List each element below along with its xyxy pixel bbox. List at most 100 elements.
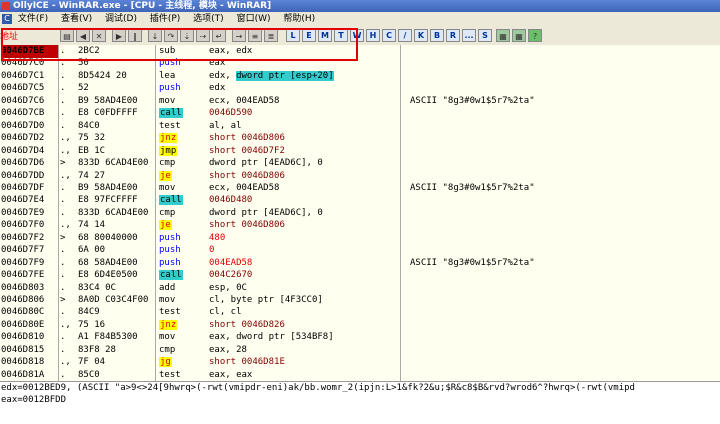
menu-plugins[interactable]: 插件(P) — [150, 14, 180, 24]
disasm-row[interactable]: 0046D80C. 84C9 test cl, cl — [0, 306, 720, 319]
disasm-row[interactable]: 0046D80E., 75 16 jnz short 0046D826 — [0, 319, 720, 332]
disasm-row[interactable]: 0046D7F9. 68 58AD4E00 push 004EAD58 ASCII "8… — [0, 257, 720, 270]
row-hex: E8 6D4E0500 — [78, 270, 138, 281]
row-marker: . — [60, 270, 66, 281]
mnemonic-text: push — [159, 232, 181, 243]
menu-file[interactable]: 文件(F) — [18, 14, 48, 24]
row-operand: 0046D480 — [209, 195, 253, 206]
disasm-row[interactable]: 0046D818., 7F 04 jg short 0046D81E — [0, 356, 720, 369]
disasm-row[interactable]: 0046D806 >8A0D C03C4F00 mov cl, byte ptr [4… — [0, 294, 720, 307]
row-mnemonic: jmp — [159, 145, 207, 158]
toolbar-K[interactable]: K — [414, 29, 428, 42]
disasm-row[interactable]: 0046D7D0. 84C0 test al, al — [0, 120, 720, 133]
disasm-row[interactable]: 0046D7CB. E8 C0FDFFFF call 0046D590 — [0, 107, 720, 120]
row-marker: . — [60, 282, 66, 293]
row-operand: eax, dword ptr [534BF8] — [209, 332, 334, 343]
column-divider — [58, 45, 59, 381]
row-marker: > — [60, 158, 66, 169]
row-operand: al, al — [209, 120, 242, 131]
row-marker: ., — [60, 319, 71, 330]
toolbar-C[interactable]: C — [382, 29, 396, 42]
disasm-row[interactable]: 0046D7DF. B9 58AD4E00 mov ecx, 004EAD58 ASCI… — [0, 182, 720, 195]
row-hex: 83C4 0C — [78, 282, 116, 293]
disassembly-pane[interactable]: 0046D7BE. 2BC2 sub eax, edx 0046D7C0. 50 push e… — [0, 45, 720, 381]
help-icon[interactable]: ? — [528, 29, 542, 42]
row-hex: 74 14 — [78, 220, 106, 231]
disasm-row[interactable]: 0046D7C6. B9 58AD4E00 mov ecx, 004EAD58 ASCI… — [0, 95, 720, 108]
disasm-row[interactable]: 0046D7D6 >833D 6CAD4E00 cmp dword ptr [4EAD… — [0, 157, 720, 170]
toolbar-S[interactable]: S — [478, 29, 492, 42]
options-icon[interactable]: ▦ — [496, 29, 510, 42]
disasm-row[interactable]: 0046D7D4., EB 1C jmp short 0046D7F2 — [0, 145, 720, 158]
toolbar-B[interactable]: B — [430, 29, 444, 42]
toolbar-slash[interactable]: / — [398, 29, 412, 42]
mnemonic-text: add — [159, 282, 176, 293]
row-address: 0046D7D2 — [1, 133, 45, 144]
row-mnemonic: test — [159, 306, 207, 319]
menu-debug[interactable]: 调试(D) — [105, 14, 137, 24]
mnemonic-text: test — [159, 120, 181, 131]
row-operand: eax, eax — [209, 369, 253, 380]
row-hex: 83F8 28 — [78, 344, 116, 355]
menu-help[interactable]: 帮助(H) — [283, 14, 315, 24]
row-mnemonic: add — [159, 282, 207, 295]
mnemonic-text: jnz — [159, 319, 178, 330]
row-hex: 52 — [78, 83, 89, 94]
row-address: 0046D7F0 — [1, 220, 45, 231]
row-mnemonic: call — [159, 107, 207, 120]
mnemonic-text: mov — [159, 182, 176, 193]
row-mnemonic: push — [159, 244, 207, 257]
row-hex: 85C0 — [78, 369, 100, 380]
toolbar-ellipsis[interactable]: ... — [462, 29, 476, 42]
row-address: 0046D7C1 — [1, 70, 45, 81]
disasm-row[interactable]: 0046D7C5. 52 push edx — [0, 82, 720, 95]
row-mnemonic: mov — [159, 331, 207, 344]
row-mnemonic: je — [159, 219, 207, 232]
row-hex: B9 58AD4E00 — [78, 95, 138, 106]
app-icon — [2, 2, 10, 10]
row-mnemonic: cmp — [159, 157, 207, 170]
row-address: 0046D7E4 — [1, 195, 45, 206]
disasm-row[interactable]: 0046D815. 83F8 28 cmp eax, 28 — [0, 344, 720, 357]
menu-view[interactable]: 查看(V) — [61, 14, 92, 24]
disasm-row[interactable]: 0046D7FE. E8 6D4E0500 call 004C2670 — [0, 269, 720, 282]
row-hex: 8D5424 20 — [78, 70, 127, 81]
disasm-row[interactable]: 0046D7F2 >68 80040000 push 480 — [0, 232, 720, 245]
row-operand: short 0046D806 — [209, 133, 285, 144]
row-address: 0046D810 — [1, 332, 45, 343]
options-icon-2[interactable]: ▦ — [512, 29, 526, 42]
disasm-row[interactable]: 0046D7C1. 8D5424 20 lea edx, dword ptr [esp… — [0, 70, 720, 83]
mnemonic-text: lea — [159, 70, 176, 81]
toolbar-R[interactable]: R — [446, 29, 460, 42]
row-operand: short 0046D806 — [209, 220, 285, 231]
menu-options[interactable]: 选项(T) — [193, 14, 224, 24]
mnemonic-text: jg — [159, 357, 172, 368]
disasm-row[interactable]: 0046D7E4. E8 97FCFFFF call 0046D480 — [0, 194, 720, 207]
row-marker: ., — [60, 170, 71, 181]
row-mnemonic: push — [159, 257, 207, 270]
row-hex: 7F 04 — [78, 357, 106, 368]
disasm-row[interactable]: 0046D7D2., 75 32 jnz short 0046D806 — [0, 132, 720, 145]
cpu-icon[interactable]: C — [2, 14, 12, 24]
row-hex: B9 58AD4E00 — [78, 182, 138, 193]
mnemonic-text: call — [159, 108, 183, 119]
disasm-row[interactable]: 0046D7DD., 74 27 je short 0046D806 — [0, 170, 720, 183]
row-operand: 004EAD58 — [209, 257, 253, 268]
toolbar-H[interactable]: H — [366, 29, 380, 42]
disasm-row[interactable]: 0046D7E9. 833D 6CAD4E00 cmp dword ptr [4EAD… — [0, 207, 720, 220]
row-marker: . — [60, 344, 66, 355]
disasm-row[interactable]: 0046D81A. 85C0 test eax, eax — [0, 369, 720, 381]
row-operand: short 0046D81E — [209, 357, 285, 368]
disasm-row[interactable]: 0046D810. A1 F84B5300 mov eax, dword ptr [5… — [0, 331, 720, 344]
disasm-row[interactable]: 0046D7F0., 74 14 je short 0046D806 — [0, 219, 720, 232]
disasm-row[interactable]: 0046D803. 83C4 0C add esp, 0C — [0, 282, 720, 295]
mnemonic-text: call — [159, 270, 183, 281]
row-operand: edx — [209, 83, 226, 94]
menu-window[interactable]: 窗口(W) — [237, 14, 271, 24]
row-marker: . — [60, 245, 66, 256]
mnemonic-text: cmp — [159, 344, 176, 355]
disasm-row[interactable]: 0046D7F7. 6A 00 push 0 — [0, 244, 720, 257]
row-marker: ., — [60, 220, 71, 231]
row-address: 0046D7DF — [1, 182, 45, 193]
row-operand: 480 — [209, 232, 226, 243]
